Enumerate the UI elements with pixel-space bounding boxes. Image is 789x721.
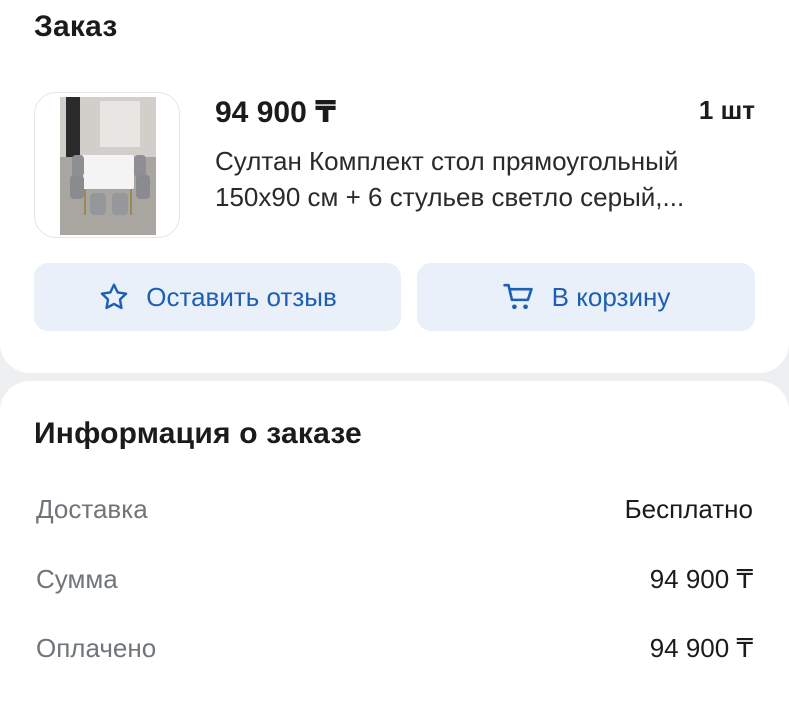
product-price: 94 900 ₸	[215, 96, 336, 129]
product-title[interactable]: Султан Комплект стол прямоугольный 150х9…	[215, 143, 760, 215]
delivery-value: Бесплатно	[624, 493, 753, 524]
delivery-row: Доставка Бесплатно	[36, 492, 753, 526]
sum-label: Сумма	[36, 563, 118, 594]
cart-icon	[502, 283, 533, 310]
product-quantity: 1 шт	[698, 95, 755, 125]
sum-value: 94 900 ₸	[649, 563, 753, 594]
add-to-cart-button[interactable]: В корзину	[417, 263, 755, 331]
delivery-label: Доставка	[36, 493, 148, 524]
paid-value: 94 900 ₸	[649, 632, 753, 663]
sum-row: Сумма 94 900 ₸	[36, 562, 753, 596]
order-info-card: Информация о заказе Доставка Бесплатно С…	[0, 381, 789, 721]
product-image[interactable]	[34, 92, 180, 238]
leave-review-button[interactable]: Оставить отзыв	[34, 263, 401, 331]
paid-label: Оплачено	[36, 632, 157, 663]
order-title: Заказ	[34, 10, 118, 43]
paid-row: Оплачено 94 900 ₸	[36, 631, 753, 665]
order-card: Заказ 94 900 ₸ 1 шт Султан Комплект стол…	[0, 0, 789, 373]
order-info-title: Информация о заказе	[34, 417, 362, 450]
product-photo-icon	[60, 97, 156, 235]
leave-review-label: Оставить отзыв	[146, 281, 337, 312]
add-to-cart-label: В корзину	[551, 281, 671, 312]
star-outline-icon	[100, 283, 128, 310]
